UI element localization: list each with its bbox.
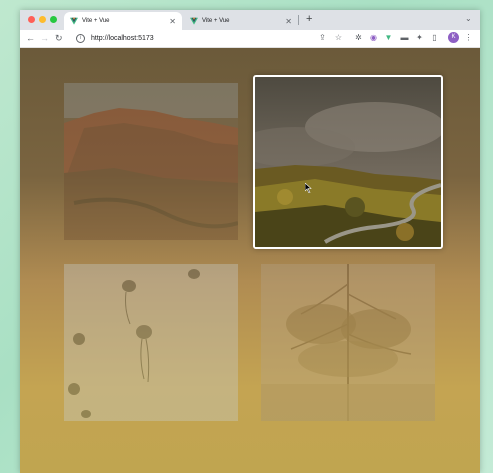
tab-vite-vue-1[interactable]: Vite + Vue ✕ (64, 12, 182, 30)
tab-title: Vite + Vue (202, 18, 230, 24)
share-icon[interactable]: ⇪ (318, 33, 327, 42)
tab-separator (298, 15, 299, 25)
tab-search-chevron-icon[interactable]: ⌄ (465, 14, 472, 23)
maximize-window-button[interactable] (50, 16, 57, 23)
extension-puzzle-icon[interactable]: ✲ (354, 33, 363, 42)
more-menu-icon[interactable]: ⋮ (464, 33, 473, 42)
new-tab-button[interactable]: + (306, 13, 312, 25)
tab-close-icon[interactable]: ✕ (169, 17, 176, 26)
profile-avatar[interactable]: K (448, 32, 459, 43)
gallery-image-tree[interactable] (261, 264, 435, 421)
vue-devtools-icon[interactable]: ▼ (384, 33, 393, 42)
tab-bar: Vite + Vue ✕ Vite + Vue ✕ + ⌄ (20, 10, 480, 30)
extension-window-icon[interactable]: ▬ (400, 33, 409, 42)
gallery-image-canyon[interactable] (64, 83, 238, 240)
reload-icon[interactable]: ↻ (55, 32, 63, 45)
mouse-pointer-icon (305, 183, 312, 193)
back-arrow-icon[interactable]: ← (26, 32, 35, 45)
browser-toolbar: ← → ↻ i http://localhost:5173 ⇪ ☆ ✲ ◉ ▼ … (20, 30, 480, 48)
vue-logo-icon (190, 17, 198, 25)
site-info-icon[interactable]: i (76, 34, 85, 43)
forward-arrow-icon[interactable]: → (40, 32, 49, 45)
gallery-image-jellyfish[interactable] (64, 264, 238, 421)
canyon-photo (64, 83, 238, 240)
tab-vite-vue-2[interactable]: Vite + Vue ✕ (184, 12, 298, 30)
side-panel-icon[interactable]: ▯ (430, 33, 439, 42)
close-window-button[interactable] (28, 16, 35, 23)
vue-logo-icon (70, 17, 78, 25)
jellyfish-photo (64, 264, 238, 421)
browser-window: Vite + Vue ✕ Vite + Vue ✕ + ⌄ ← → ↻ i ht… (20, 10, 480, 473)
tab-close-icon[interactable]: ✕ (285, 17, 292, 26)
extensions-icon[interactable]: ✦ (415, 33, 424, 42)
tree-photo (261, 264, 435, 421)
gallery-page (20, 48, 480, 473)
url-text[interactable]: http://localhost:5173 (91, 35, 154, 42)
bookmark-star-icon[interactable]: ☆ (334, 33, 343, 42)
gallery-image-hillside[interactable] (253, 75, 443, 249)
tab-title: Vite + Vue (82, 18, 110, 24)
extension-icon[interactable]: ◉ (369, 33, 378, 42)
hillside-photo (255, 77, 441, 247)
minimize-window-button[interactable] (39, 16, 46, 23)
